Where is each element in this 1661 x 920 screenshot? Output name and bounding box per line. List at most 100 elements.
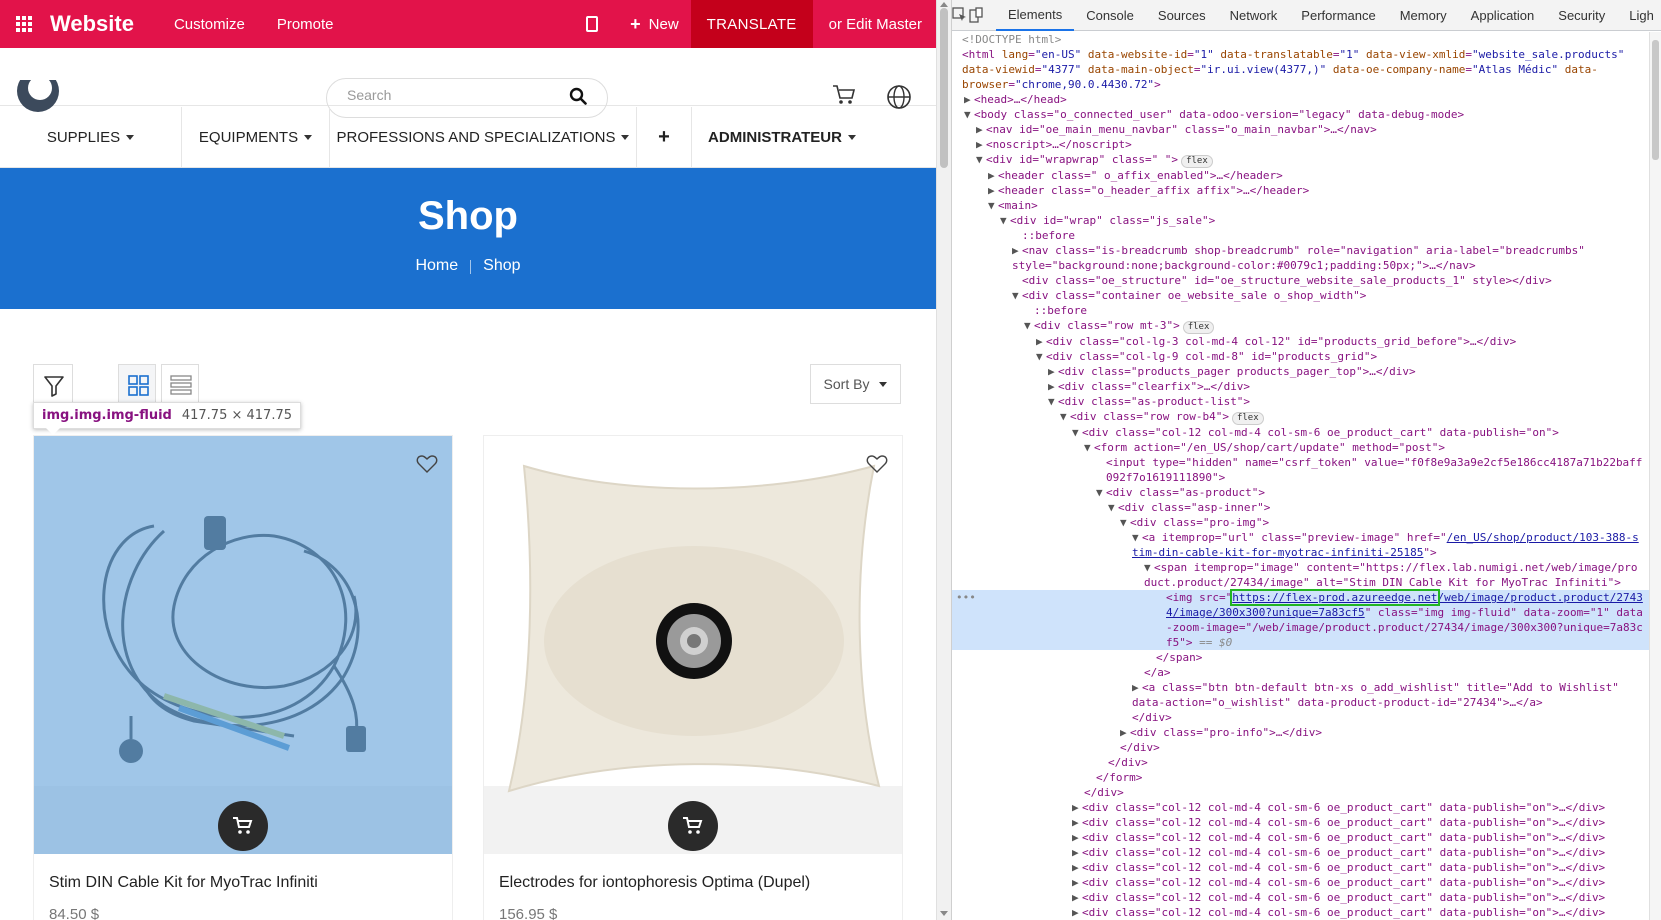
flex-badge[interactable]: flex	[1231, 412, 1264, 425]
tab-sources[interactable]: Sources	[1146, 0, 1218, 31]
dom-node-input[interactable]: <input type="hidden" name="csrf_token" v…	[952, 455, 1649, 485]
wishlist-heart-icon[interactable]	[416, 454, 438, 474]
tab-elements[interactable]: Elements	[996, 0, 1075, 31]
dom-node-breadcrumb-nav[interactable]: ▶ <nav class="is-breadcrumb shop-breadcru…	[952, 243, 1649, 273]
dom-node-wrapwrap[interactable]: ▼ <div id="wrapwrap" class=" "> flex	[952, 152, 1649, 168]
translate-button[interactable]: TRANSLATE	[690, 0, 813, 48]
tab-console[interactable]: Console	[1074, 0, 1146, 31]
dom-node-main[interactable]: ▼ <main>	[952, 198, 1649, 213]
dom-node-product-cart[interactable]: ▶ <div class="col-12 col-md-4 col-sm-6 oe…	[952, 800, 1649, 815]
scroll-down-arrow-icon[interactable]	[940, 911, 948, 916]
dom-close-span[interactable]: </span>	[952, 650, 1649, 665]
dom-close-form[interactable]: </form>	[952, 770, 1649, 785]
dom-pseudo-before[interactable]: ::before	[952, 228, 1649, 243]
tab-application[interactable]: Application	[1459, 0, 1547, 31]
img-src-host-link[interactable]: https://flex-prod.azureedge.net	[1230, 589, 1440, 606]
flex-badge[interactable]: flex	[1181, 155, 1213, 168]
product-name[interactable]: Electrodes for iontophoresis Optima (Dup…	[499, 874, 810, 892]
tab-memory[interactable]: Memory	[1388, 0, 1459, 31]
dom-node-product-cart[interactable]: ▶ <div class="col-12 col-md-4 col-sm-6 oe…	[952, 905, 1649, 920]
device-toolbar-icon[interactable]	[968, 0, 984, 31]
tab-network[interactable]: Network	[1218, 0, 1290, 31]
more-options-icon[interactable]: •••	[956, 590, 976, 605]
dom-node-container[interactable]: ▼ <div class="container oe_website_sale o…	[952, 288, 1649, 303]
filter-button[interactable]	[33, 364, 73, 404]
breadcrumb-home[interactable]: Home	[415, 257, 458, 275]
dom-node-noscript[interactable]: ▶ <noscript>…</noscript>	[952, 137, 1649, 152]
dom-node-product-cart[interactable]: ▶ <div class="col-12 col-md-4 col-sm-6 oe…	[952, 875, 1649, 890]
menu-item-supplies[interactable]: SUPPLIES	[0, 107, 182, 168]
scroll-up-arrow-icon[interactable]	[940, 2, 948, 7]
menu-item-professions[interactable]: PROFESSIONS AND SPECIALIZATIONS	[330, 107, 637, 168]
dom-pseudo-before[interactable]: ::before	[952, 303, 1649, 318]
dom-node-form[interactable]: ▼ <form action="/en_US/shop/cart/update" …	[952, 440, 1649, 455]
inspect-element-icon[interactable]	[952, 0, 968, 31]
tab-performance[interactable]: Performance	[1289, 0, 1387, 31]
dom-node-html[interactable]: <html lang="en-US" data-website-id="1" d…	[952, 47, 1649, 92]
dom-node-product-cart[interactable]: ▶ <div class="col-12 col-md-4 col-sm-6 oe…	[952, 815, 1649, 830]
dom-node-body[interactable]: ▼ <body class="o_connected_user" data-odo…	[952, 107, 1649, 122]
scrollbar-thumb[interactable]	[940, 8, 948, 168]
dom-node-header[interactable]: ▶ <header class=" o_affix_enabled">…</hea…	[952, 168, 1649, 183]
dom-close-div[interactable]: </div>	[952, 740, 1649, 755]
dom-node-col[interactable]: ▶ <div class="col-lg-3 col-md-4 col-12" i…	[952, 334, 1649, 349]
edit-master-button[interactable]: or Edit Master	[813, 16, 936, 33]
dom-node-img-selected[interactable]: ••• <img src="https://flex-prod.azureedge…	[952, 589, 1649, 650]
product-image[interactable]	[484, 436, 902, 854]
add-to-cart-button[interactable]	[218, 801, 268, 851]
devtools-scrollbar[interactable]	[1649, 32, 1661, 920]
flex-badge[interactable]: flex	[1182, 321, 1215, 334]
dom-node-oe-structure[interactable]: <div class="oe_structure" id="oe_structu…	[952, 273, 1649, 288]
dom-close-a[interactable]: </a>	[952, 665, 1649, 680]
menu-item-administrateur[interactable]: ADMINISTRATEUR	[692, 107, 872, 168]
product-image[interactable]	[34, 436, 452, 854]
menu-item-equipments[interactable]: EQUIPMENTS	[182, 107, 330, 168]
dom-node-head[interactable]: ▶ <head>…</head>	[952, 92, 1649, 107]
dom-node-nav[interactable]: ▶ <nav id="oe_main_menu_navbar" class="o_…	[952, 122, 1649, 137]
product-card[interactable]: Electrodes for iontophoresis Optima (Dup…	[483, 435, 903, 920]
tab-lighthouse[interactable]: Ligh	[1617, 0, 1661, 31]
product-card[interactable]: Stim DIN Cable Kit for MyoTrac Infiniti …	[33, 435, 453, 920]
list-view-button[interactable]	[161, 364, 199, 404]
mobile-preview-icon[interactable]	[586, 16, 599, 32]
dom-node-pro-info[interactable]: ▶ <div class="pro-info">…</div>	[952, 725, 1649, 740]
dom-node-header[interactable]: ▶ <header class="o_header_affix affix">…<…	[952, 183, 1649, 198]
sort-dropdown[interactable]: Sort By	[810, 364, 901, 404]
dom-node-product-cart[interactable]: ▶ <div class="col-12 col-md-4 col-sm-6 oe…	[952, 830, 1649, 845]
dom-node-wrap[interactable]: ▼ <div id="wrap" class="js_sale">	[952, 213, 1649, 228]
dom-node-row[interactable]: ▼ <div class="row mt-3"> flex	[952, 318, 1649, 334]
dom-node-pro-img[interactable]: ▼ <div class="pro-img">	[952, 515, 1649, 530]
product-name[interactable]: Stim DIN Cable Kit for MyoTrac Infiniti	[49, 874, 318, 892]
dom-node-product-cart[interactable]: ▶ <div class="col-12 col-md-4 col-sm-6 oe…	[952, 890, 1649, 905]
dom-node-span-image[interactable]: ▼ <span itemprop="image" content="https:/…	[952, 560, 1649, 590]
cart-icon[interactable]	[832, 84, 856, 106]
page-scrollbar[interactable]	[936, 0, 951, 920]
apps-menu-icon[interactable]	[0, 0, 48, 48]
dom-node-preview-link[interactable]: ▼ <a itemprop="url" class="preview-image"…	[952, 530, 1649, 560]
customize-menu[interactable]: Customize	[174, 16, 245, 33]
dom-node-product-cart[interactable]: ▶ <div class="col-12 col-md-4 col-sm-6 oe…	[952, 860, 1649, 875]
dom-node-clearfix[interactable]: ▶ <div class="clearfix">…</div>	[952, 379, 1649, 394]
dom-node-product-cart[interactable]: ▼ <div class="col-12 col-md-4 col-sm-6 oe…	[952, 425, 1649, 440]
dom-node-products-grid[interactable]: ▼ <div class="col-lg-9 col-md-8" id="prod…	[952, 349, 1649, 364]
scrollbar-thumb[interactable]	[1652, 40, 1659, 160]
website-brand[interactable]: Website	[50, 11, 134, 37]
grid-view-button[interactable]	[118, 364, 156, 404]
add-menu-item-button[interactable]: +	[637, 107, 692, 168]
dom-close-div[interactable]: </div>	[952, 710, 1649, 725]
dom-node-pager[interactable]: ▶ <div class="products_pager products_pag…	[952, 364, 1649, 379]
dom-node-as-product[interactable]: ▼ <div class="as-product">	[952, 485, 1649, 500]
dom-node-wishlist[interactable]: ▶ <a class="btn btn-default btn-xs o_add_…	[952, 680, 1649, 710]
promote-menu[interactable]: Promote	[277, 16, 334, 33]
tab-security[interactable]: Security	[1546, 0, 1617, 31]
dom-node-asp-inner[interactable]: ▼ <div class="asp-inner">	[952, 500, 1649, 515]
search-icon[interactable]	[569, 87, 587, 105]
dom-node-product-list[interactable]: ▼ <div class="as-product-list">	[952, 394, 1649, 409]
dom-close-div[interactable]: </div>	[952, 755, 1649, 770]
dom-node-product-cart[interactable]: ▶ <div class="col-12 col-md-4 col-sm-6 oe…	[952, 845, 1649, 860]
wishlist-heart-icon[interactable]	[866, 454, 888, 474]
dom-node-row-b4[interactable]: ▼ <div class="row row-b4"> flex	[952, 409, 1649, 425]
dom-close-div[interactable]: </div>	[952, 785, 1649, 800]
add-to-cart-button[interactable]	[668, 801, 718, 851]
new-content-button[interactable]: + New	[630, 14, 679, 35]
